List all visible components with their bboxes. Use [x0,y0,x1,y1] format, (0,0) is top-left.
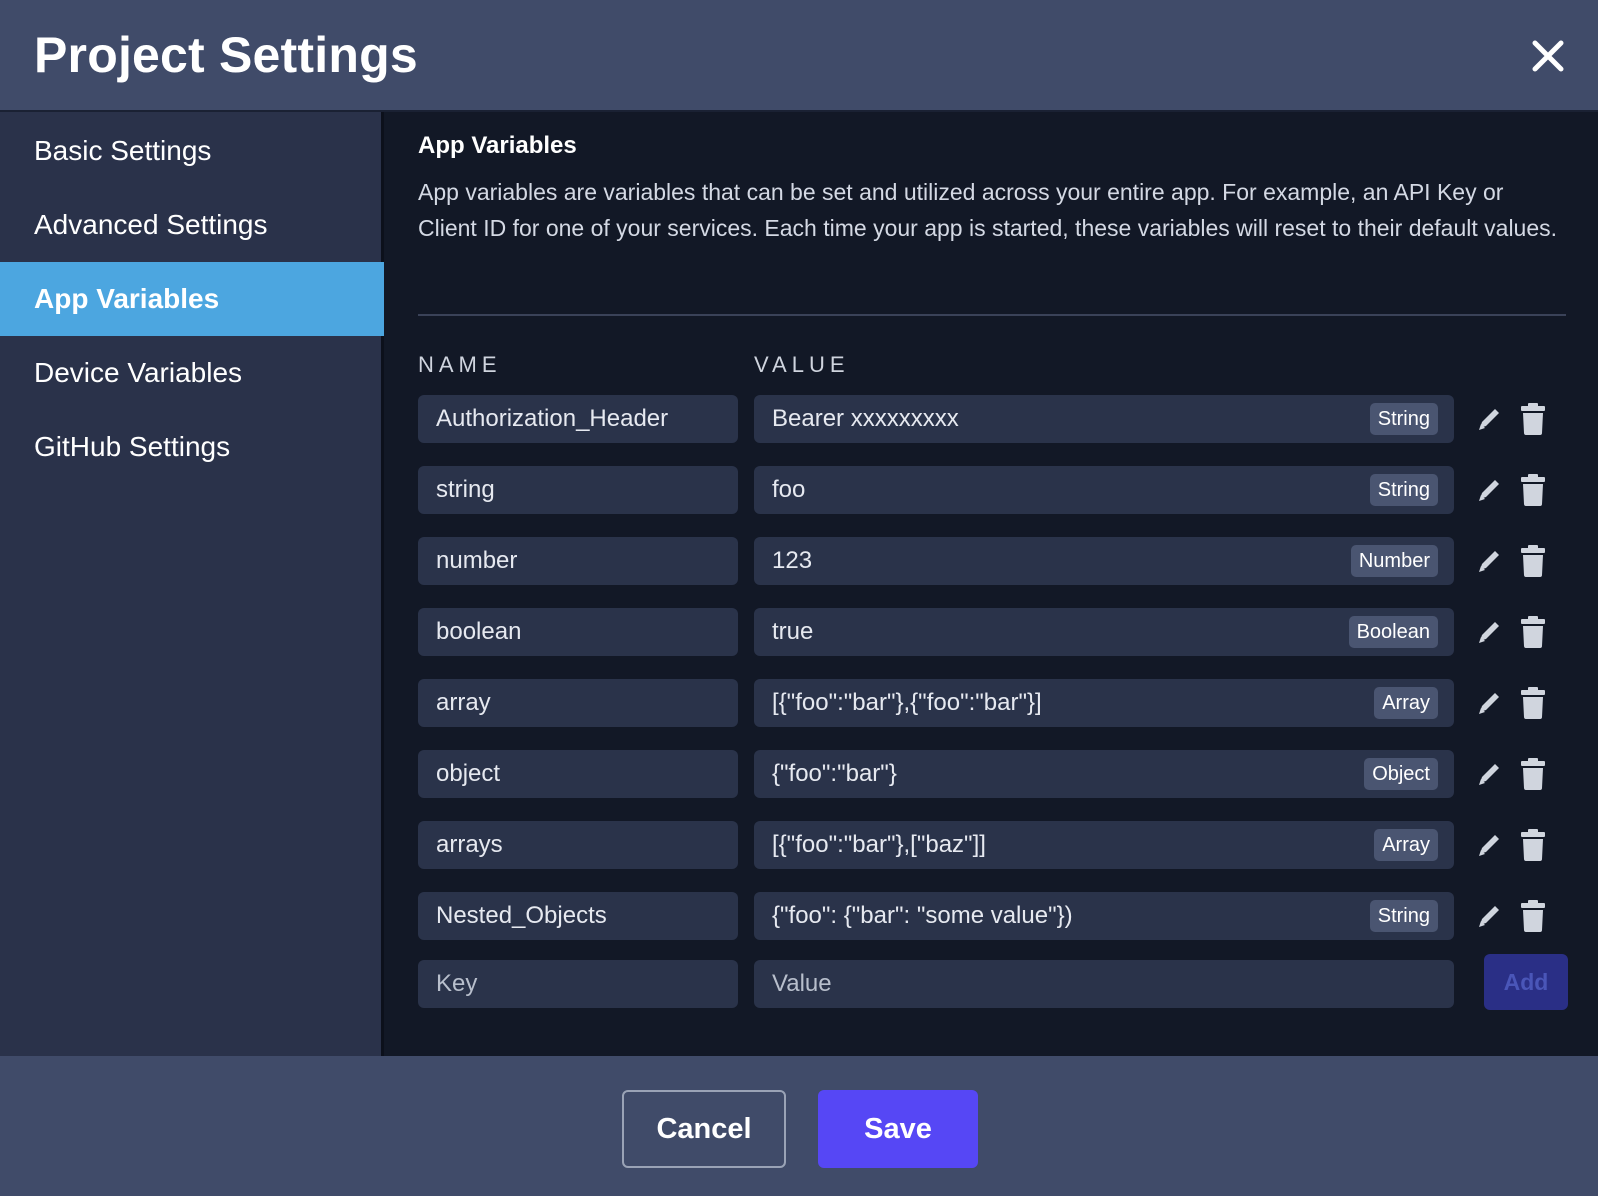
section-description: App variables are variables that can be … [418,179,1558,241]
variable-row: boolean true Boolean [418,608,1566,656]
variable-row: Authorization_Header Bearer xxxxxxxxx St… [418,395,1566,443]
new-value-input[interactable]: Value [754,960,1454,1008]
variable-value-text: true [772,618,814,645]
pencil-icon [1479,622,1499,643]
save-button[interactable]: Save [818,1090,978,1168]
variable-value-text: [{"foo":"bar"},["baz"]] [772,831,986,858]
sidebar-item-basic-settings[interactable]: Basic Settings [0,114,384,188]
variable-name-field[interactable]: object [418,750,738,798]
variable-value-field[interactable]: foo String [754,466,1454,514]
variable-name-field[interactable]: Nested_Objects [418,892,738,940]
variable-value-text: Bearer xxxxxxxxx [772,405,959,432]
edit-button[interactable] [1474,758,1504,790]
trash-icon [1521,616,1545,648]
variable-value-text: [{"foo":"bar"},{"foo":"bar"}] [772,689,1042,716]
type-badge: Object [1364,758,1438,790]
type-badge: Boolean [1348,616,1438,648]
variable-name-field[interactable]: array [418,679,738,727]
variable-name-field[interactable]: boolean [418,608,738,656]
variable-value-text: {"foo": {"bar": "some value"}) [772,902,1073,929]
modal-header: Project Settings [0,0,1598,112]
type-badge: Array [1374,829,1438,861]
variable-name-field[interactable]: arrays [418,821,738,869]
variable-row: object {"foo":"bar"} Object [418,750,1566,798]
section-divider [418,314,1566,316]
edit-button[interactable] [1474,900,1504,932]
type-badge: String [1369,403,1438,435]
trash-icon [1521,687,1545,719]
close-icon [1532,40,1564,72]
app-variables-panel: App Variables App variables are variable… [384,112,1598,1056]
variable-row: arrays [{"foo":"bar"},["baz"]] Array [418,821,1566,869]
type-badge: Array [1374,687,1438,719]
edit-button[interactable] [1474,829,1504,861]
new-variable-row: Key Value Add [418,954,1568,1010]
variable-row: array [{"foo":"bar"},{"foo":"bar"}] Arra… [418,679,1566,727]
sidebar-item-device-variables[interactable]: Device Variables [0,336,384,410]
variable-row: string foo String [418,466,1566,514]
pencil-icon [1479,693,1499,714]
variable-row: number 123 Number [418,537,1566,585]
trash-icon [1521,758,1545,790]
type-badge: String [1369,474,1438,506]
delete-button[interactable] [1518,758,1548,790]
variable-name-field[interactable]: string [418,466,738,514]
edit-button[interactable] [1474,616,1504,648]
edit-button[interactable] [1474,545,1504,577]
delete-button[interactable] [1518,900,1548,932]
type-badge: String [1369,900,1438,932]
pencil-icon [1479,480,1499,501]
pencil-icon [1479,906,1499,927]
delete-button[interactable] [1518,474,1548,506]
trash-icon [1521,474,1545,506]
settings-sidebar: Basic Settings Advanced Settings App Var… [0,112,384,1056]
variable-value-field[interactable]: Bearer xxxxxxxxx String [754,395,1454,443]
trash-icon [1521,829,1545,861]
trash-icon [1521,900,1545,932]
add-variable-button[interactable]: Add [1484,954,1568,1010]
variable-row: Nested_Objects {"foo": {"bar": "some val… [418,892,1566,940]
new-key-input[interactable]: Key [418,960,738,1008]
variable-value-field[interactable]: {"foo":"bar"} Object [754,750,1454,798]
pencil-icon [1479,835,1499,856]
delete-button[interactable] [1518,616,1548,648]
cancel-button[interactable]: Cancel [622,1090,786,1168]
delete-button[interactable] [1518,687,1548,719]
variable-value-field[interactable]: [{"foo":"bar"},["baz"]] Array [754,821,1454,869]
trash-icon [1521,403,1545,435]
type-badge: Number [1350,545,1438,577]
sidebar-item-github-settings[interactable]: GitHub Settings [0,410,384,484]
modal-title: Project Settings [34,27,418,83]
delete-button[interactable] [1518,829,1548,861]
edit-button[interactable] [1474,687,1504,719]
delete-button[interactable] [1518,403,1548,435]
edit-button[interactable] [1474,474,1504,506]
pencil-icon [1479,551,1499,572]
variable-value-field[interactable]: [{"foo":"bar"},{"foo":"bar"}] Array [754,679,1454,727]
pencil-icon [1479,409,1499,430]
variable-value-text: {"foo":"bar"} [772,760,897,787]
variable-name-field[interactable]: Authorization_Header [418,395,738,443]
variable-value-field[interactable]: true Boolean [754,608,1454,656]
section-title: App Variables [418,132,577,159]
pencil-icon [1479,764,1499,785]
sidebar-item-advanced-settings[interactable]: Advanced Settings [0,188,384,262]
project-settings-modal: Project Settings Basic Settings Advanced… [0,0,1598,1196]
column-header-value: VALUE [754,352,850,377]
delete-button[interactable] [1518,545,1548,577]
trash-icon [1521,545,1545,577]
variable-name-field[interactable]: number [418,537,738,585]
variable-value-text: 123 [772,547,813,574]
column-header-name: NAME [418,352,502,377]
variable-value-field[interactable]: 123 Number [754,537,1454,585]
variable-value-field[interactable]: {"foo": {"bar": "some value"}) String [754,892,1454,940]
variable-value-text: foo [772,476,806,503]
modal-footer: Cancel Save [0,1056,1598,1196]
edit-button[interactable] [1474,403,1504,435]
close-button[interactable] [1528,36,1568,76]
sidebar-item-app-variables[interactable]: App Variables [0,262,384,336]
